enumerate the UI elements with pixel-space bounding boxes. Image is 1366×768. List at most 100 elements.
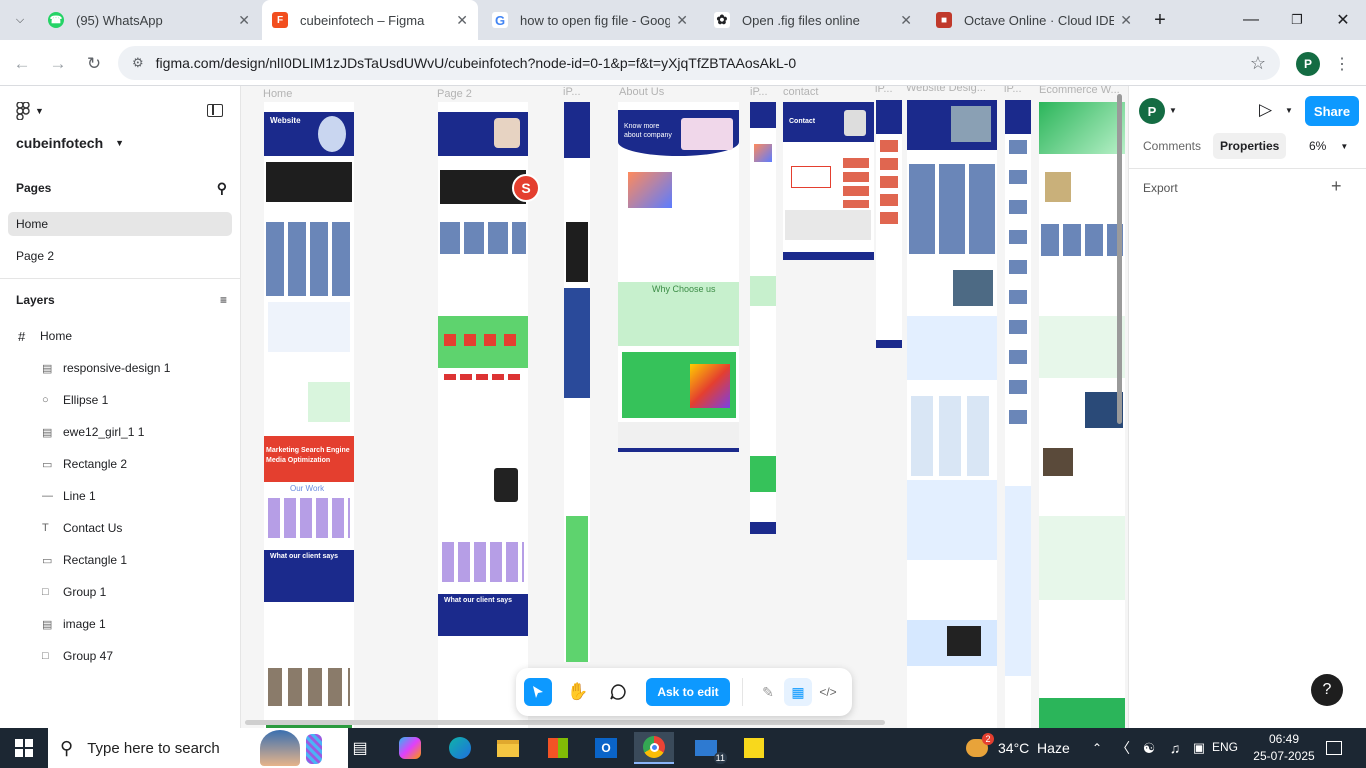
- frame-iphone-2[interactable]: [750, 102, 776, 534]
- frame-label-ecommerce[interactable]: Ecommerce W...: [1039, 86, 1120, 96]
- clock[interactable]: 06:49 25-07-2025: [1252, 731, 1316, 765]
- page-item-page-2[interactable]: Page 2: [0, 244, 241, 268]
- frame-website-design[interactable]: [907, 100, 997, 728]
- ask-to-edit-button[interactable]: Ask to edit: [646, 678, 730, 706]
- layer-item[interactable]: ▭ Rectangle 1: [0, 550, 241, 570]
- frame-label-contact[interactable]: contact: [783, 86, 818, 98]
- frame-label-website-design[interactable]: Website Desig...: [906, 86, 986, 94]
- dev-mode-button[interactable]: </>: [814, 678, 842, 706]
- close-icon[interactable]: ✕: [900, 12, 912, 29]
- file-name-row[interactable]: cubeinfotech ▼: [16, 135, 124, 151]
- tab-google[interactable]: G how to open fig file - Google ✕: [482, 0, 698, 40]
- hand-tool-button[interactable]: ✋: [564, 678, 592, 706]
- frame-label-ip-2[interactable]: iP...: [750, 86, 768, 98]
- collapse-layers-icon[interactable]: ≡: [220, 293, 227, 307]
- layer-item[interactable]: ▤ ewe12_girl_1 1: [0, 422, 241, 442]
- why-choose-section: Why Choose us: [618, 282, 739, 346]
- search-icon[interactable]: ⚲: [217, 180, 227, 197]
- tab-search-button[interactable]: ⌵: [6, 0, 34, 40]
- close-icon[interactable]: ✕: [238, 12, 250, 29]
- url-bar[interactable]: ⚙ figma.com/design/nlI0DLIM1zJDsTaUsdUWv…: [118, 46, 1280, 80]
- figma-left-panel: ▼ cubeinfotech ▼ Pages ⚲ Home Page 2 Lay…: [0, 86, 241, 728]
- figma-canvas[interactable]: Home Page 2 iP... About Us iP... contact…: [241, 86, 1128, 728]
- copilot-icon[interactable]: [390, 732, 430, 764]
- browser-menu-icon[interactable]: ⋮: [1330, 52, 1354, 76]
- frame-label-ip-1[interactable]: iP...: [563, 86, 581, 98]
- tab-comments[interactable]: Comments: [1143, 139, 1201, 153]
- add-export-icon[interactable]: +: [1331, 176, 1342, 197]
- microsoft-store-icon[interactable]: [538, 732, 578, 764]
- tab-figma[interactable]: F cubeinfotech – Figma ✕: [262, 0, 478, 40]
- chrome-icon[interactable]: [634, 732, 674, 764]
- profile-avatar[interactable]: P: [1296, 52, 1320, 76]
- frame-iphone-1[interactable]: [564, 102, 590, 662]
- figma-main-menu[interactable]: ▼: [16, 102, 44, 120]
- frame-label-home[interactable]: Home: [263, 88, 292, 100]
- display-icon[interactable]: ▣: [1184, 732, 1214, 764]
- close-icon[interactable]: ✕: [1120, 12, 1132, 29]
- product-image: [1045, 172, 1071, 202]
- outlook-icon[interactable]: O: [586, 732, 626, 764]
- sidebar-toggle-icon[interactable]: [207, 104, 223, 117]
- user-avatar[interactable]: P: [1139, 98, 1165, 124]
- frame-label-ip-4[interactable]: iP...: [1004, 86, 1022, 95]
- vertical-scrollbar[interactable]: [1117, 94, 1122, 424]
- tab-open-fig[interactable]: ✿ Open .fig files online ✕: [704, 0, 922, 40]
- start-button[interactable]: [2, 732, 46, 764]
- footer: [618, 422, 739, 452]
- close-icon[interactable]: ✕: [676, 12, 688, 29]
- layer-item[interactable]: ○ Ellipse 1: [0, 390, 241, 410]
- page-item-home[interactable]: Home: [8, 212, 232, 236]
- share-button[interactable]: Share: [1305, 96, 1359, 126]
- present-play-icon[interactable]: ▷: [1259, 100, 1272, 120]
- edge-icon[interactable]: [440, 732, 480, 764]
- design-mode-button[interactable]: ▦: [784, 678, 812, 706]
- draw-mode-button[interactable]: ✎: [754, 678, 782, 706]
- tab-whatsapp[interactable]: ☎ (95) WhatsApp ✕: [38, 0, 260, 40]
- close-icon[interactable]: ✕: [456, 12, 468, 29]
- frame-about-us[interactable]: Know more about company Why Choose us: [618, 102, 739, 452]
- help-button[interactable]: ?: [1311, 674, 1343, 706]
- frame-ecommerce[interactable]: [1039, 102, 1125, 728]
- chevron-down-icon[interactable]: ▼: [1169, 106, 1177, 115]
- frame-home[interactable]: Website Marketing Search Engine Media Op…: [264, 102, 354, 728]
- frame-label-about-us[interactable]: About Us: [619, 86, 664, 98]
- forward-button[interactable]: →: [46, 52, 70, 76]
- file-explorer-icon[interactable]: [488, 732, 528, 764]
- frame-iphone-4[interactable]: [1005, 100, 1031, 728]
- horizontal-scrollbar[interactable]: [245, 720, 885, 725]
- layer-item[interactable]: ▤ image 1: [0, 614, 241, 634]
- weather-widget[interactable]: 2 34°C Haze: [966, 728, 1070, 768]
- tab-octave[interactable]: ■ Octave Online · Cloud IDE co ✕: [926, 0, 1142, 40]
- frame-label-ip-3[interactable]: iP...: [875, 86, 893, 95]
- tab-properties[interactable]: Properties: [1213, 133, 1287, 159]
- layer-root-home[interactable]: # Home: [0, 326, 241, 346]
- taskbar-search[interactable]: ⚲ Type here to search: [48, 728, 348, 768]
- comment-tool-button[interactable]: [604, 678, 632, 706]
- sticky-notes-icon[interactable]: [734, 732, 774, 764]
- frame-iphone-3[interactable]: [876, 100, 902, 348]
- move-tool-button[interactable]: [524, 678, 552, 706]
- maximize-button[interactable]: ❐: [1274, 0, 1320, 40]
- mail-icon[interactable]: 11: [686, 732, 727, 764]
- close-window-button[interactable]: ✕: [1320, 0, 1366, 40]
- site-info-icon[interactable]: ⚙: [132, 55, 144, 71]
- bookmark-star-icon[interactable]: ☆: [1250, 53, 1266, 74]
- layer-item[interactable]: ▤ responsive-design 1: [0, 358, 241, 378]
- frame-label-page-2[interactable]: Page 2: [437, 88, 472, 100]
- frame-contact[interactable]: Contact: [783, 102, 874, 260]
- task-view-icon[interactable]: ▤: [340, 732, 380, 764]
- layer-item[interactable]: □ Group 47: [0, 646, 241, 666]
- layer-item[interactable]: ▭ Rectangle 2: [0, 454, 241, 474]
- notifications-icon[interactable]: [1316, 732, 1352, 764]
- zoom-dropdown[interactable]: 6% ▼: [1309, 139, 1348, 153]
- new-tab-button[interactable]: +: [1140, 0, 1180, 40]
- reload-button[interactable]: ↻: [82, 52, 106, 76]
- layer-item[interactable]: — Line 1: [0, 486, 241, 506]
- back-button[interactable]: ←: [10, 52, 34, 76]
- minimize-button[interactable]: —: [1228, 0, 1274, 40]
- chevron-down-icon[interactable]: ▼: [1285, 106, 1293, 115]
- layer-item[interactable]: T Contact Us: [0, 518, 241, 538]
- language-indicator[interactable]: ENG: [1212, 740, 1238, 754]
- layer-item[interactable]: □ Group 1: [0, 582, 241, 602]
